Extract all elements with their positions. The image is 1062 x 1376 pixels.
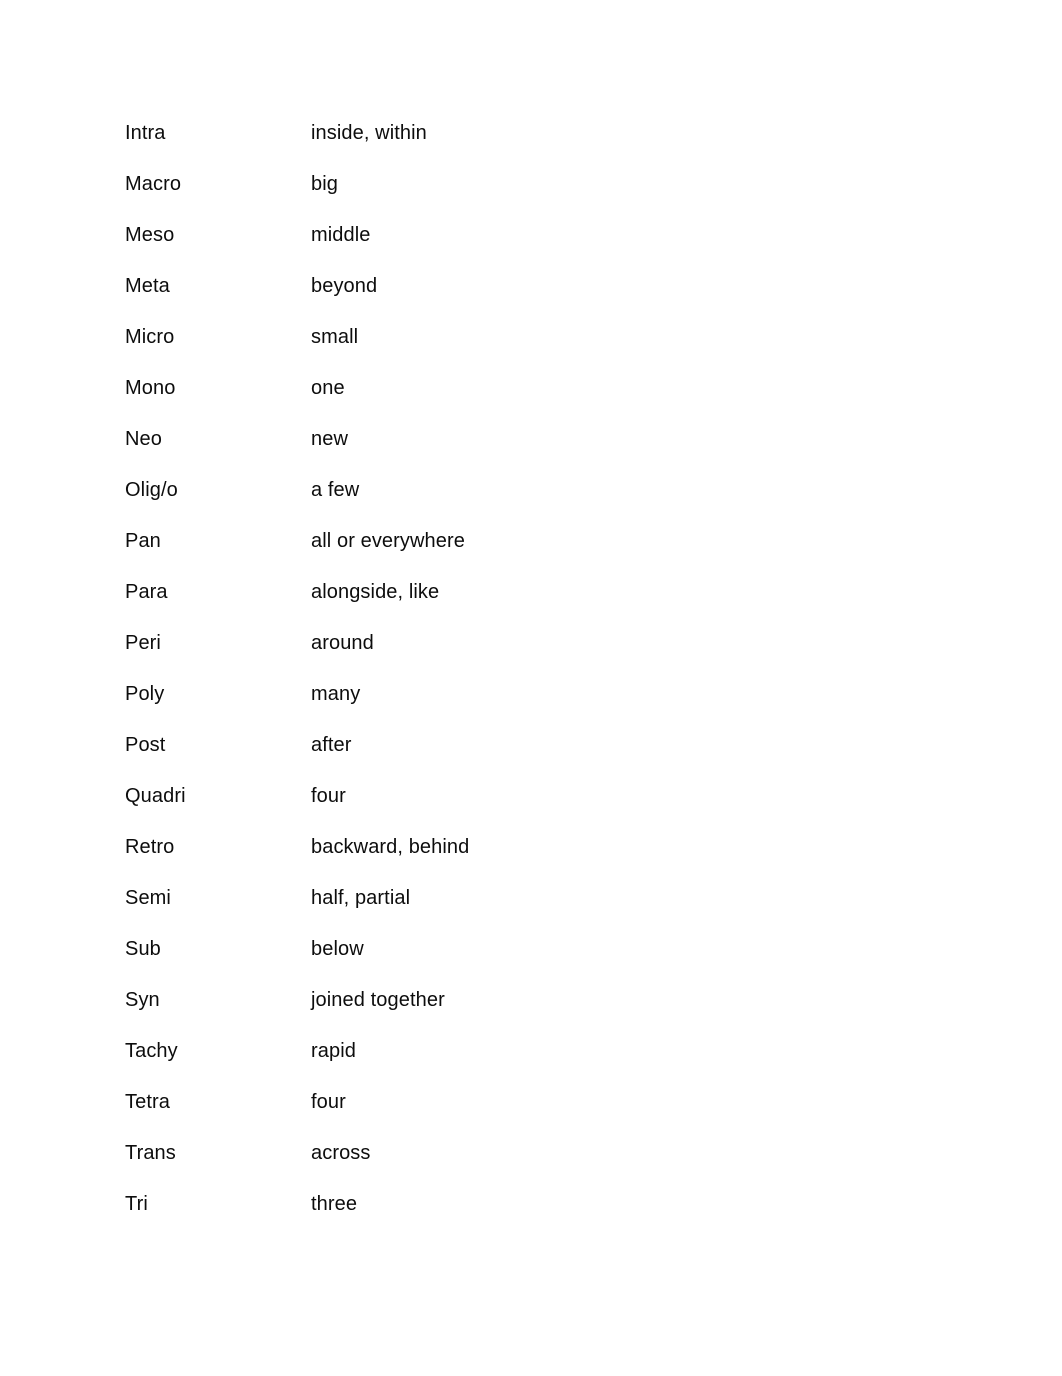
glossary-row: Tri three — [125, 1190, 945, 1241]
glossary-row: Peri around — [125, 629, 945, 680]
glossary-row: Poly many — [125, 680, 945, 731]
glossary-term: Poly — [125, 683, 165, 705]
glossary-term: Olig/o — [125, 479, 178, 501]
glossary-term: Tachy — [125, 1040, 178, 1062]
glossary-row: Semi half, partial — [125, 884, 945, 935]
glossary-term: Meso — [125, 224, 175, 246]
glossary-term: Semi — [125, 887, 171, 909]
glossary-row: Tachy rapid — [125, 1037, 945, 1088]
glossary-term: Tetra — [125, 1091, 170, 1113]
glossary-row: Post after — [125, 731, 945, 782]
glossary-definition: one — [311, 377, 345, 399]
glossary-definition: after — [311, 734, 352, 756]
glossary-row: Syn joined together — [125, 986, 945, 1037]
glossary-row: Mono one — [125, 374, 945, 425]
glossary-term: Sub — [125, 938, 161, 960]
glossary-term: Pan — [125, 530, 161, 552]
glossary-term: Quadri — [125, 785, 186, 807]
glossary-term: Trans — [125, 1142, 176, 1164]
glossary-definition: inside, within — [311, 122, 427, 144]
glossary-definition: half, partial — [311, 887, 411, 909]
glossary-term: Meta — [125, 275, 170, 297]
glossary-row: Meta beyond — [125, 272, 945, 323]
glossary-definition: big — [311, 173, 338, 195]
glossary-list: Intra inside, within Macro big Meso middle Met… — [125, 119, 945, 1241]
glossary-definition: beyond — [311, 275, 378, 297]
glossary-row: Intra inside, within — [125, 119, 945, 170]
glossary-term: Peri — [125, 632, 161, 654]
glossary-term: Mono — [125, 377, 176, 399]
glossary-definition: new — [311, 428, 348, 450]
glossary-term: Neo — [125, 428, 162, 450]
glossary-row: Meso middle — [125, 221, 945, 272]
glossary-definition: all or everywhere — [311, 530, 465, 552]
document-page: Intra inside, within Macro big Meso middle Met… — [0, 0, 1062, 1376]
glossary-row: Tetra four — [125, 1088, 945, 1139]
glossary-row: Retro backward, behind — [125, 833, 945, 884]
glossary-row: Quadri four — [125, 782, 945, 833]
glossary-row: Neo new — [125, 425, 945, 476]
glossary-term: Tri — [125, 1193, 148, 1215]
glossary-definition: below — [311, 938, 364, 960]
glossary-definition: a few — [311, 479, 360, 501]
glossary-term: Micro — [125, 326, 175, 348]
glossary-row: Sub below — [125, 935, 945, 986]
glossary-row: Para alongside, like — [125, 578, 945, 629]
glossary-term: Macro — [125, 173, 182, 195]
glossary-row: Pan all or everywhere — [125, 527, 945, 578]
glossary-definition: joined together — [311, 989, 445, 1011]
glossary-definition: four — [311, 1091, 346, 1113]
glossary-definition: four — [311, 785, 346, 807]
glossary-definition: alongside, like — [311, 581, 440, 603]
glossary-term: Post — [125, 734, 166, 756]
glossary-definition: rapid — [311, 1040, 356, 1062]
glossary-row: Trans across — [125, 1139, 945, 1190]
glossary-definition: backward, behind — [311, 836, 470, 858]
glossary-definition: three — [311, 1193, 358, 1215]
glossary-row: Macro big — [125, 170, 945, 221]
glossary-term: Para — [125, 581, 168, 603]
glossary-definition: middle — [311, 224, 371, 246]
glossary-row: Olig/o a few — [125, 476, 945, 527]
glossary-term: Retro — [125, 836, 175, 858]
glossary-definition: across — [311, 1142, 371, 1164]
glossary-definition: small — [311, 326, 359, 348]
glossary-term: Intra — [125, 122, 166, 144]
glossary-term: Syn — [125, 989, 160, 1011]
glossary-definition: many — [311, 683, 361, 705]
glossary-row: Micro small — [125, 323, 945, 374]
glossary-definition: around — [311, 632, 374, 654]
